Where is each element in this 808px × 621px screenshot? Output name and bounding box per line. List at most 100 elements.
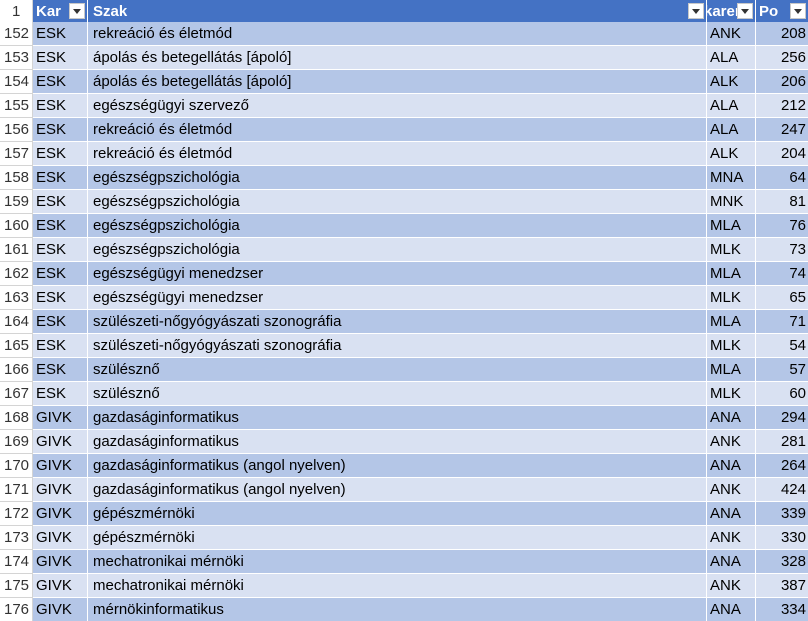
column-header-kar[interactable]: Kar [33,0,88,24]
cell-szak[interactable]: mechatronikai mérnöki [88,574,707,598]
row-number[interactable]: 172 [0,502,33,526]
cell-kar[interactable]: ESK [33,190,88,214]
cell-pont[interactable]: 76 [756,214,808,238]
cell-forma[interactable]: MLK [707,238,756,262]
cell-forma[interactable]: ALA [707,94,756,118]
cell-pont[interactable]: 81 [756,190,808,214]
cell-forma[interactable]: ANK [707,22,756,46]
row-number[interactable]: 168 [0,406,33,430]
cell-kar[interactable]: ESK [33,262,88,286]
cell-szak[interactable]: mérnökinformatikus [88,598,707,621]
cell-forma[interactable]: MLA [707,310,756,334]
cell-forma[interactable]: MLA [707,214,756,238]
cell-forma[interactable]: ANK [707,574,756,598]
cell-kar[interactable]: GIVK [33,526,88,550]
row-number[interactable]: 160 [0,214,33,238]
row-number[interactable]: 173 [0,526,33,550]
cell-szak[interactable]: szülésznő [88,382,707,406]
filter-dropdown-button[interactable] [688,3,704,19]
row-number[interactable]: 158 [0,166,33,190]
row-header[interactable]: 1 [0,0,33,24]
cell-szak[interactable]: egészségpszichológia [88,238,707,262]
cell-kar[interactable]: GIVK [33,406,88,430]
cell-pont[interactable]: 65 [756,286,808,310]
cell-pont[interactable]: 330 [756,526,808,550]
cell-pont[interactable]: 60 [756,382,808,406]
row-number[interactable]: 165 [0,334,33,358]
cell-forma[interactable]: MLA [707,358,756,382]
column-header-pont[interactable]: Po [756,0,808,24]
cell-kar[interactable]: ESK [33,382,88,406]
cell-kar[interactable]: GIVK [33,598,88,621]
cell-szak[interactable]: rekreáció és életmód [88,22,707,46]
row-number[interactable]: 171 [0,478,33,502]
cell-szak[interactable]: gazdaságinformatikus (angol nyelven) [88,454,707,478]
filter-dropdown-button[interactable] [790,3,806,19]
cell-forma[interactable]: ANA [707,598,756,621]
cell-szak[interactable]: egészségügyi menedzser [88,262,707,286]
row-number[interactable]: 152 [0,22,33,46]
row-number[interactable]: 154 [0,70,33,94]
cell-kar[interactable]: ESK [33,142,88,166]
cell-kar[interactable]: GIVK [33,478,88,502]
cell-forma[interactable]: ANK [707,430,756,454]
cell-pont[interactable]: 204 [756,142,808,166]
cell-kar[interactable]: ESK [33,358,88,382]
cell-pont[interactable]: 208 [756,22,808,46]
cell-pont[interactable]: 57 [756,358,808,382]
cell-pont[interactable]: 73 [756,238,808,262]
column-header-szak[interactable]: Szak [88,0,707,24]
row-number[interactable]: 167 [0,382,33,406]
cell-forma[interactable]: ANA [707,454,756,478]
row-number[interactable]: 166 [0,358,33,382]
row-number[interactable]: 170 [0,454,33,478]
row-number[interactable]: 174 [0,550,33,574]
row-number[interactable]: 159 [0,190,33,214]
cell-kar[interactable]: ESK [33,286,88,310]
cell-szak[interactable]: rekreáció és életmód [88,118,707,142]
cell-pont[interactable]: 71 [756,310,808,334]
cell-pont[interactable]: 387 [756,574,808,598]
cell-kar[interactable]: ESK [33,118,88,142]
cell-forma[interactable]: ALA [707,46,756,70]
cell-szak[interactable]: egészségügyi menedzser [88,286,707,310]
cell-pont[interactable]: 206 [756,70,808,94]
cell-szak[interactable]: gazdaságinformatikus [88,430,707,454]
cell-szak[interactable]: gazdaságinformatikus (angol nyelven) [88,478,707,502]
cell-kar[interactable]: GIVK [33,574,88,598]
row-number[interactable]: 175 [0,574,33,598]
cell-kar[interactable]: GIVK [33,430,88,454]
cell-forma[interactable]: ALK [707,70,756,94]
row-number[interactable]: 164 [0,310,33,334]
cell-szak[interactable]: ápolás és betegellátás [ápoló] [88,46,707,70]
cell-pont[interactable]: 281 [756,430,808,454]
cell-pont[interactable]: 64 [756,166,808,190]
cell-szak[interactable]: egészségpszichológia [88,190,707,214]
cell-szak[interactable]: egészségügyi szervező [88,94,707,118]
cell-forma[interactable]: MLK [707,334,756,358]
cell-szak[interactable]: szülészeti-nőgyógyászati szonográfia [88,334,707,358]
cell-forma[interactable]: ANK [707,478,756,502]
cell-szak[interactable]: mechatronikai mérnöki [88,550,707,574]
cell-pont[interactable]: 334 [756,598,808,621]
cell-kar[interactable]: ESK [33,70,88,94]
row-number[interactable]: 153 [0,46,33,70]
cell-szak[interactable]: gazdaságinformatikus [88,406,707,430]
cell-pont[interactable]: 54 [756,334,808,358]
cell-kar[interactable]: GIVK [33,550,88,574]
filter-dropdown-button[interactable] [737,3,753,19]
row-number[interactable]: 156 [0,118,33,142]
cell-pont[interactable]: 74 [756,262,808,286]
cell-pont[interactable]: 264 [756,454,808,478]
cell-pont[interactable]: 339 [756,502,808,526]
column-header-forma[interactable]: karen [707,0,756,24]
cell-szak[interactable]: gépészmérnöki [88,526,707,550]
cell-forma[interactable]: ALA [707,118,756,142]
cell-pont[interactable]: 247 [756,118,808,142]
cell-szak[interactable]: rekreáció és életmód [88,142,707,166]
cell-forma[interactable]: ANA [707,502,756,526]
cell-kar[interactable]: GIVK [33,454,88,478]
cell-szak[interactable]: szülészeti-nőgyógyászati szonográfia [88,310,707,334]
cell-pont[interactable]: 212 [756,94,808,118]
cell-forma[interactable]: ANA [707,406,756,430]
